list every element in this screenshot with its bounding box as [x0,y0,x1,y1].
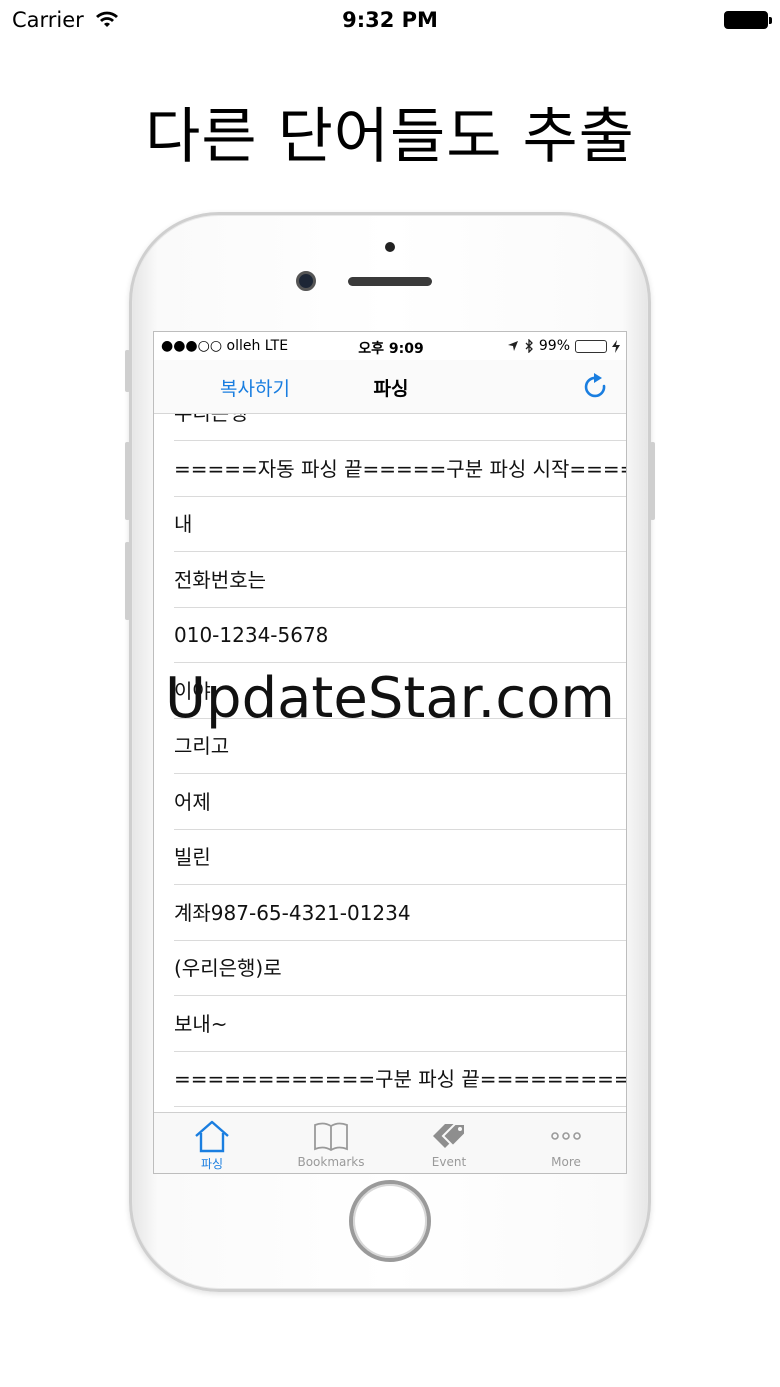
tab-label: Event [431,1155,467,1169]
tags-icon [433,1123,466,1148]
side-button [125,542,130,620]
home-button[interactable] [349,1180,431,1262]
app-status-bar: ●●●○○ olleh LTE 오후 9:09 99% [154,332,626,360]
book-icon [314,1122,348,1152]
location-icon [507,341,518,351]
side-button [125,442,130,520]
proximity-sensor [385,242,395,252]
nav-title: 파싱 [373,378,409,400]
battery-icon [575,339,607,353]
side-button [650,442,655,520]
tab-parsing[interactable]: 파싱 [162,1119,262,1173]
list-item[interactable]: 우리은행 [174,414,626,441]
tab-bar: 파싱 Bookmarks Event More [154,1112,626,1173]
tab-bookmarks[interactable]: Bookmarks [281,1119,381,1173]
tab-more[interactable]: More [516,1119,616,1173]
refresh-icon[interactable] [582,372,610,402]
list-item[interactable]: 빌린 [174,829,626,885]
parsed-word-list[interactable]: 우리은행=====자동 파싱 끝=====구분 파싱 시작=====내전화번호는… [154,414,626,1112]
tab-label: More [551,1155,581,1169]
battery-icon [724,11,772,29]
tab-label: 파싱 [200,1157,224,1171]
tab-event[interactable]: Event [399,1119,499,1173]
earpiece-speaker [348,277,432,286]
device-clock: 9:32 PM [342,8,438,32]
front-camera [296,271,316,291]
list-item[interactable]: 보내~ [174,996,626,1052]
bluetooth-icon [525,339,533,353]
list-item[interactable]: =====자동 파싱 끝=====구분 파싱 시작===== [174,441,626,497]
app-screen: ●●●○○ olleh LTE 오후 9:09 99% 복사하기 파싱 우리은행… [153,331,627,1174]
list-item[interactable]: 계좌987-65-4321-01234 [174,885,626,941]
list-item[interactable]: (우리은행)로 [174,940,626,996]
more-icon [551,1132,581,1140]
status-right-group: 99% [507,338,620,354]
watermark: UpdateStar.com [165,666,615,731]
promo-headline: 다른 단어들도 추출 [145,102,635,172]
home-icon [195,1120,229,1153]
device-status-bar: Carrier 9:32 PM [0,0,780,40]
battery-percent: 99% [538,338,570,354]
tab-label: Bookmarks [297,1155,365,1169]
charging-icon [612,339,620,353]
navigation-bar: 복사하기 파싱 [154,360,626,414]
list-item[interactable]: 어제 [174,774,626,830]
list-item[interactable]: ============구분 파싱 끝============ [174,1051,626,1107]
list-item[interactable]: 전화번호는 [174,552,626,608]
list-item[interactable]: 010-1234-5678 [174,607,626,663]
list-item[interactable]: 내 [174,496,626,552]
side-button [125,350,130,392]
